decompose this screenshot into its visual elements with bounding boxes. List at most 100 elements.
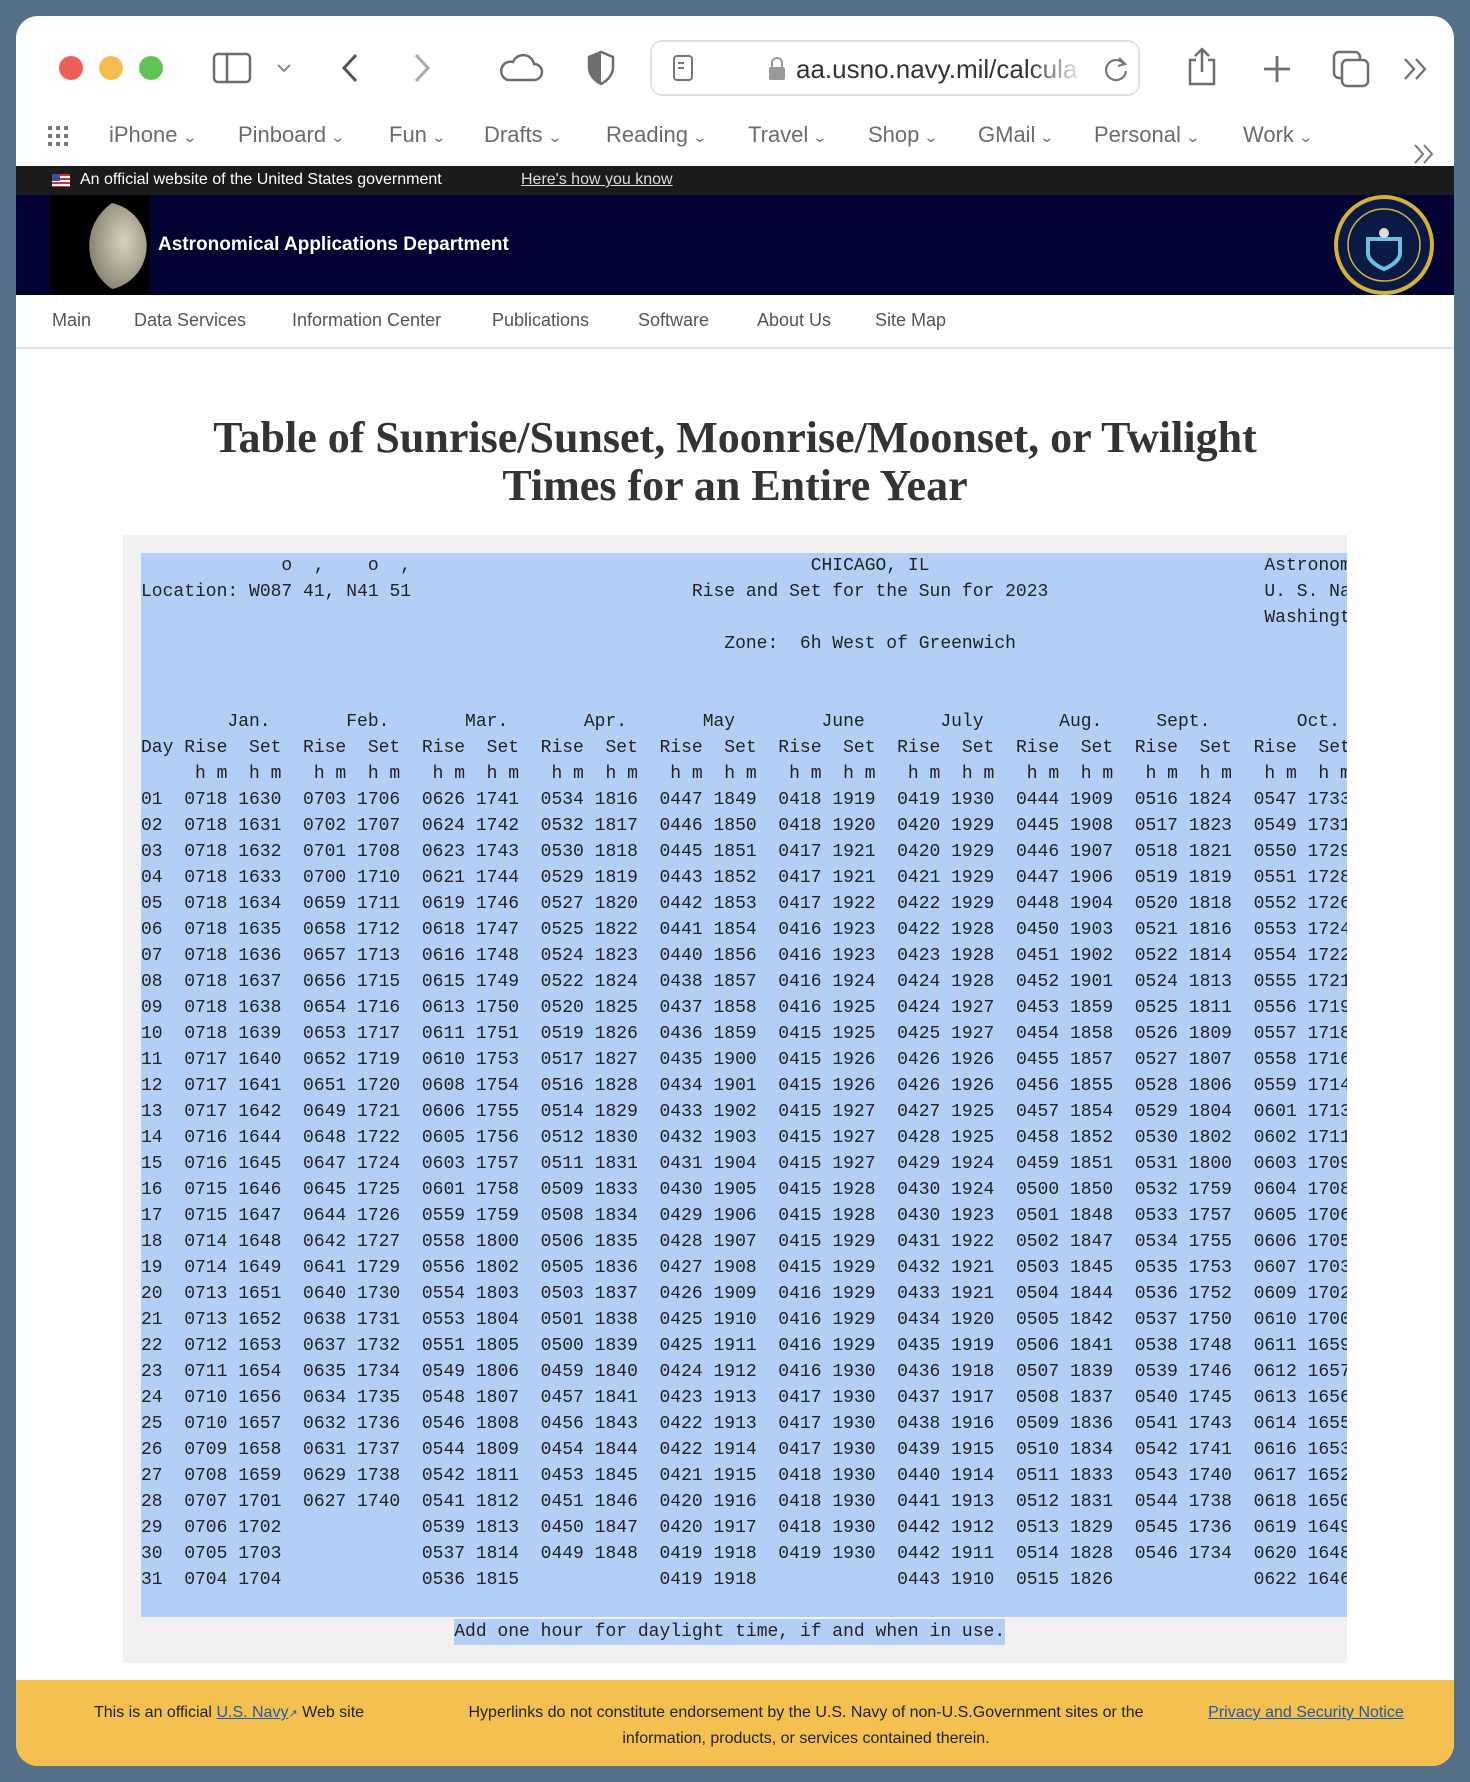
- nav-main[interactable]: Main: [52, 310, 91, 331]
- rise-time-cell: 0425: [659, 1310, 703, 1330]
- zoom-window-button[interactable]: [139, 56, 163, 80]
- set-time-cell: 1753: [475, 1050, 520, 1070]
- set-time-cell: 1757: [1188, 1206, 1232, 1226]
- rise-time-cell: 0415: [778, 1076, 822, 1096]
- bookmark-iphone[interactable]: iPhone ⌄: [109, 122, 197, 148]
- set-time-cell: 1900: [713, 1050, 757, 1070]
- bookmark-gmail[interactable]: GMail ⌄: [978, 122, 1055, 148]
- set-time-cell: 1903: [713, 1128, 757, 1148]
- table-row: 01 0718 1630 0703 1706 0626 1741 0534 1816 0447 18…: [141, 787, 1347, 813]
- rise-time-cell: 0422: [659, 1414, 703, 1434]
- bookmark-personal[interactable]: Personal ⌄: [1094, 122, 1200, 148]
- rise-column-header: Rise: [540, 738, 584, 758]
- nav-data-services[interactable]: Data Services: [134, 310, 246, 331]
- reader-icon[interactable]: [672, 54, 694, 82]
- nav-site-map[interactable]: Site Map: [875, 310, 946, 331]
- bookmark-reading[interactable]: Reading ⌄: [606, 122, 707, 148]
- nav-information-center[interactable]: Information Center: [292, 310, 441, 331]
- rise-time-cell: 0440: [659, 946, 703, 966]
- rise-time-cell: 0417: [778, 894, 822, 914]
- privacy-security-link[interactable]: Privacy and Security Notice: [1208, 1704, 1404, 1721]
- site-title[interactable]: Astronomical Applications Department: [158, 234, 509, 256]
- table-row: 11 0717 1640 0652 1719 0610 1753 0517 1827 0435 19…: [141, 1047, 1347, 1073]
- rise-time-cell: 0708: [184, 1466, 228, 1486]
- set-time-cell: 1838: [594, 1310, 638, 1330]
- place-name: CHICAGO, IL: [810, 556, 930, 576]
- table-row: 07 0718 1636 0657 1713 0616 1748 0524 1823 0440 18…: [141, 943, 1347, 969]
- set-time-cell: 1819: [594, 868, 638, 888]
- rise-time-cell: 0619: [1253, 1518, 1297, 1538]
- address-bar[interactable]: aa.usno.navy.mil/calcula: [650, 40, 1140, 96]
- rise-time-cell: 0446: [659, 816, 703, 836]
- nav-about-us[interactable]: About Us: [757, 310, 831, 331]
- table-row: 31 0704 1704 0536 1815 0419 1918 0443 1910 0515 18…: [141, 1567, 1347, 1593]
- set-time-cell: 1650: [1307, 1492, 1347, 1512]
- bookmark-travel[interactable]: Travel ⌄: [748, 122, 828, 148]
- rise-time-cell: 0539: [1134, 1362, 1178, 1382]
- rise-time-cell: 0454: [1015, 1024, 1060, 1044]
- rise-time-cell: 0649: [303, 1102, 347, 1122]
- set-time-cell: 1712: [357, 920, 401, 940]
- rise-time-cell: 0419: [659, 1544, 703, 1564]
- set-time-cell: 1914: [713, 1440, 757, 1460]
- set-time-cell: 1711: [1307, 1128, 1347, 1148]
- chevron-down-icon[interactable]: [276, 62, 292, 74]
- usno-seal-logo[interactable]: [1334, 195, 1434, 295]
- rise-time-cell: 0557: [1253, 1024, 1297, 1044]
- rise-units: h m: [907, 764, 941, 784]
- rise-time-cell: 0456: [1015, 1076, 1060, 1096]
- bookmark-shop[interactable]: Shop ⌄: [868, 122, 939, 148]
- more-bookmarks-icon[interactable]: [1412, 142, 1436, 166]
- minimize-window-button[interactable]: [99, 56, 123, 80]
- rise-time-cell: 0415: [778, 1206, 822, 1226]
- rise-time-cell: 0608: [421, 1076, 466, 1096]
- set-time-cell: 1904: [1069, 894, 1114, 914]
- rise-time-cell: 0418: [778, 1492, 822, 1512]
- icloud-tabs-icon[interactable]: [498, 52, 544, 84]
- nav-publications[interactable]: Publications: [492, 310, 589, 331]
- set-time-cell: 1914: [951, 1466, 995, 1486]
- moon-logo[interactable]: [50, 195, 150, 295]
- share-icon[interactable]: [1186, 46, 1218, 86]
- set-time-cell: 1655: [1307, 1414, 1347, 1434]
- privacy-shield-icon[interactable]: [586, 50, 616, 86]
- set-time-cell: 1800: [1188, 1154, 1232, 1174]
- sidebar-icon[interactable]: [212, 52, 252, 84]
- us-navy-link[interactable]: U.S. Navy: [216, 1704, 288, 1721]
- bookmark-drafts[interactable]: Drafts ⌄: [484, 122, 562, 148]
- set-time-cell: 1910: [713, 1310, 757, 1330]
- back-icon[interactable]: [340, 52, 360, 84]
- rise-time-cell: 0554: [1253, 946, 1297, 966]
- rise-time-cell: 0420: [659, 1492, 703, 1512]
- bookmark-pinboard[interactable]: Pinboard ⌄: [238, 122, 346, 148]
- rise-column-header: Rise: [1015, 738, 1060, 758]
- rise-time-cell: 0613: [1253, 1388, 1297, 1408]
- rise-time-cell: 0507: [1015, 1362, 1060, 1382]
- apps-grid-icon[interactable]: [48, 126, 74, 148]
- set-time-cell: 1928: [832, 1206, 876, 1226]
- degree-marks: o , o ,: [281, 556, 412, 576]
- rise-time-cell: 0442: [897, 1518, 941, 1538]
- forward-icon[interactable]: [412, 52, 432, 84]
- new-tab-icon[interactable]: [1262, 54, 1292, 84]
- rise-time-cell: 0648: [303, 1128, 347, 1148]
- rise-time-cell: 0552: [1253, 894, 1297, 914]
- tab-overview-icon[interactable]: [1332, 50, 1370, 88]
- nav-software[interactable]: Software: [638, 310, 709, 331]
- set-time-cell: 1726: [1307, 894, 1347, 914]
- day-cell: 04: [141, 868, 163, 888]
- rise-time-cell: 0509: [1015, 1414, 1060, 1434]
- day-cell: 24: [141, 1388, 163, 1408]
- reload-icon[interactable]: [1102, 54, 1130, 84]
- more-toolbar-icon[interactable]: [1402, 56, 1430, 82]
- bookmark-fun[interactable]: Fun ⌄: [389, 122, 446, 148]
- how-you-know-link[interactable]: Here's how you know: [521, 171, 673, 189]
- rise-time-cell: 0501: [1015, 1206, 1060, 1226]
- bookmark-label: Personal: [1094, 122, 1181, 147]
- close-window-button[interactable]: [59, 56, 83, 80]
- bookmark-work[interactable]: Work ⌄: [1243, 122, 1313, 148]
- set-time-cell: 1647: [238, 1206, 282, 1226]
- url-text[interactable]: aa.usno.navy.mil/calcula: [796, 54, 1086, 85]
- table-row: 10 0718 1639 0653 1717 0611 1751 0519 1826 0436 18…: [141, 1021, 1347, 1047]
- set-time-cell: 1829: [594, 1102, 638, 1122]
